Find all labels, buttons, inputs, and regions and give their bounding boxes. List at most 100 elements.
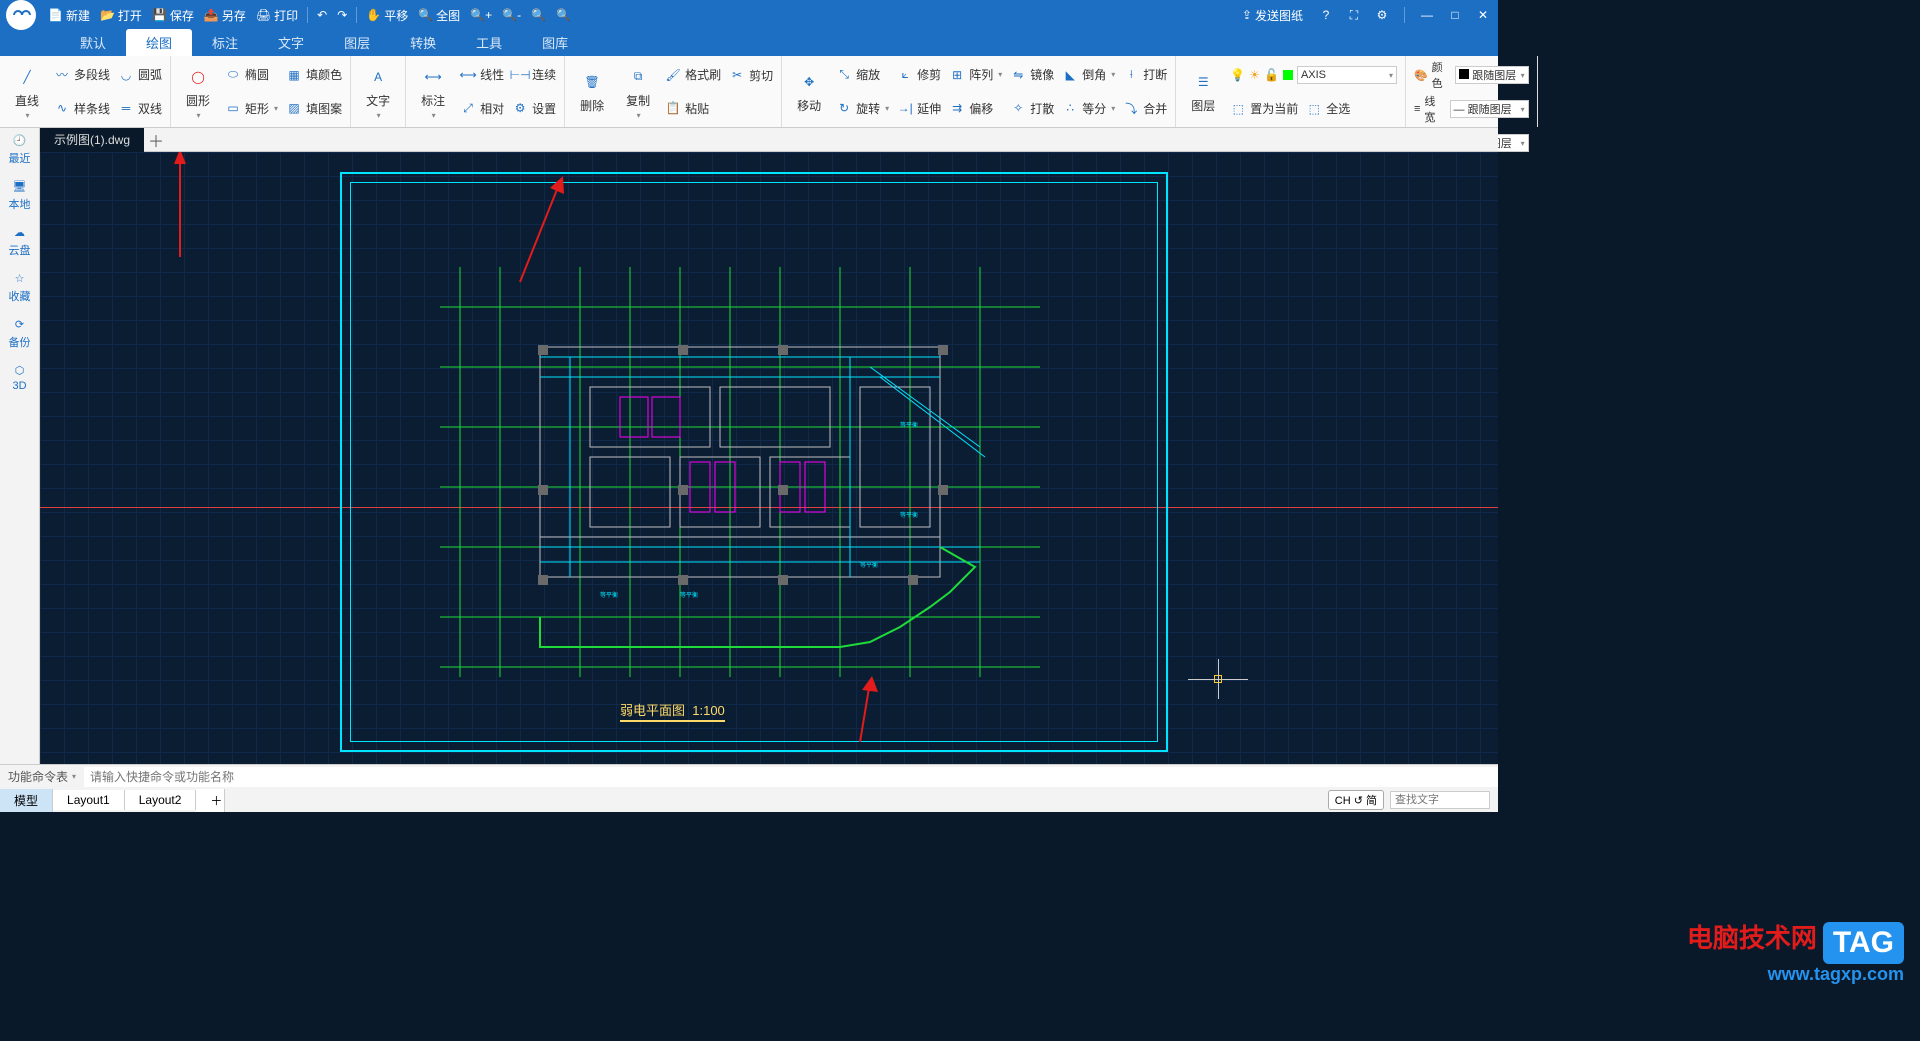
sidebar-item-3d[interactable]: ⬡3D: [12, 364, 26, 392]
sidebar-item-favorite[interactable]: ☆收藏: [9, 272, 31, 304]
find-text-input[interactable]: [1390, 791, 1490, 809]
break-button[interactable]: ⟊打断: [1119, 64, 1171, 85]
dimsettings-button[interactable]: ⚙设置: [508, 98, 560, 119]
dim-button[interactable]: ⟷标注▾: [410, 58, 456, 125]
rotate-icon: ↻: [836, 100, 852, 116]
fullscreen-button[interactable]: ⛶: [1345, 6, 1363, 24]
sidebar-item-backup[interactable]: ⟳备份: [9, 318, 31, 350]
copy-button[interactable]: ⧉复制▾: [615, 58, 661, 125]
command-panel-label[interactable]: 功能命令表 ▾: [0, 768, 84, 785]
layers-icon: ☰: [1190, 69, 1216, 95]
lineweight-select[interactable]: ≡线宽— 跟随图层▾: [1410, 92, 1533, 126]
trim-button[interactable]: ✂剪切: [725, 65, 777, 86]
undo-button[interactable]: ↶: [313, 6, 331, 24]
tab-annotate[interactable]: 标注: [192, 29, 258, 56]
save-button[interactable]: 💾保存: [148, 5, 198, 26]
close-button[interactable]: ✕: [1474, 6, 1492, 24]
pan-button[interactable]: ✋平移: [362, 5, 412, 26]
layer-select[interactable]: 💡☀🔓 AXIS▾: [1226, 64, 1401, 86]
line-button[interactable]: ╱直线▾: [4, 58, 50, 125]
paintbrush-icon: 🖌: [665, 67, 681, 83]
text-button[interactable]: A文字▾: [355, 58, 401, 125]
arc-button[interactable]: ◡圆弧: [114, 64, 166, 85]
move-button[interactable]: ✥移动: [786, 58, 832, 125]
xline-button[interactable]: ═双线: [114, 98, 166, 119]
add-tab-button[interactable]: ＋: [144, 128, 168, 152]
explode-button[interactable]: ✧打散: [1006, 98, 1058, 119]
selectall-button[interactable]: ⬚全选: [1302, 98, 1354, 119]
layout-tab-model[interactable]: 模型: [0, 789, 53, 812]
ribbon: ╱直线▾ 〰多段线 ∿样条线 ◡圆弧 ═双线 ◯圆形▾ ⬭椭圆 ▭矩形▾ ▦填颜…: [0, 56, 1498, 128]
matchprop-button[interactable]: 🖌格式刷: [661, 64, 725, 85]
array-button[interactable]: ⊞阵列▾: [945, 64, 1006, 85]
settings-button[interactable]: ⚙: [1373, 6, 1391, 24]
extend-button[interactable]: →|延伸: [893, 98, 945, 119]
spline-button[interactable]: ∿样条线: [50, 98, 114, 119]
new-button[interactable]: 📄新建: [44, 5, 94, 26]
print-button[interactable]: 🖨打印: [252, 5, 302, 26]
rect-button[interactable]: ▭矩形▾: [221, 98, 282, 119]
send-drawing-button[interactable]: ⇪发送图纸: [1238, 5, 1307, 26]
zoom-window-button[interactable]: 🔍: [527, 6, 550, 24]
linear-button[interactable]: ⟷线性: [456, 64, 508, 85]
polyline-button[interactable]: 〰多段线: [50, 64, 114, 85]
left-sidebar: 🕘最近 🖥本地 ☁云盘 ☆收藏 ⟳备份 ⬡3D: [0, 128, 40, 764]
setcurrent-button[interactable]: ⬚置为当前: [1226, 98, 1302, 119]
hatch-button[interactable]: ▨填图案: [282, 98, 346, 119]
layout-tab-1[interactable]: Layout1: [53, 790, 125, 810]
ellipse-button[interactable]: ⬭椭圆: [221, 64, 282, 85]
delete-button[interactable]: 🗑删除: [569, 58, 615, 125]
tab-draw[interactable]: 绘图: [126, 29, 192, 56]
zoom-extents-icon: 🔍: [556, 8, 571, 22]
polyline-icon: 〰: [54, 67, 70, 83]
drawing-canvas[interactable]: 等平衡等平衡 等平衡等平衡 等平衡 弱电平面图 1:100: [40, 152, 1498, 764]
open-button[interactable]: 📂打开: [96, 5, 146, 26]
zoom-extents-button[interactable]: 🔍: [552, 6, 575, 24]
tab-layer[interactable]: 图层: [324, 29, 390, 56]
mirror-button[interactable]: ⇋镜像: [1006, 64, 1058, 85]
command-input[interactable]: [84, 767, 1498, 787]
star-icon: ☆: [15, 272, 25, 285]
zoom-in-button[interactable]: 🔍+: [466, 6, 496, 24]
quick-access-toolbar: 📄新建 📂打开 💾保存 📤另存 🖨打印 ↶ ↷ ✋平移 🔍全图 🔍+ 🔍- 🔍 …: [44, 5, 575, 26]
minimize-button[interactable]: —: [1418, 6, 1436, 24]
paste-button[interactable]: 📋粘贴: [661, 98, 725, 119]
offset-button[interactable]: ⇉偏移: [945, 98, 1006, 119]
chamfer-button[interactable]: ◣倒角▾: [1058, 64, 1119, 85]
file-tab[interactable]: 示例图(1).dwg: [40, 128, 144, 152]
tab-text[interactable]: 文字: [258, 29, 324, 56]
cloud-icon: ☁: [14, 226, 25, 239]
merge-button[interactable]: ⤵合并: [1119, 98, 1171, 119]
sidebar-item-local[interactable]: 🖥本地: [9, 180, 31, 212]
scale-button[interactable]: ⤡缩放: [832, 64, 893, 85]
monitor-icon: 🖥: [13, 180, 27, 193]
help-button[interactable]: ?: [1317, 6, 1335, 24]
layout-tab-2[interactable]: Layout2: [125, 790, 197, 810]
fillcolor-button[interactable]: ▦填颜色: [282, 64, 346, 85]
circle-button[interactable]: ◯圆形▾: [175, 58, 221, 125]
clock-icon: 🕘: [13, 134, 27, 147]
redo-button[interactable]: ↷: [333, 6, 351, 24]
workspace: 🕘最近 🖥本地 ☁云盘 ☆收藏 ⟳备份 ⬡3D 示例图(1).dwg ＋: [0, 128, 1498, 764]
tab-tools[interactable]: 工具: [456, 29, 522, 56]
sidebar-item-recent[interactable]: 🕘最近: [9, 134, 31, 166]
add-layout-button[interactable]: ＋: [196, 789, 225, 812]
ime-indicator[interactable]: CH ↺ 简: [1328, 790, 1384, 810]
rotate-button[interactable]: ↻旋转▾: [832, 98, 893, 119]
continuous-button[interactable]: ⊢⊣连续: [508, 64, 560, 85]
equal-button[interactable]: ∴等分▾: [1058, 98, 1119, 119]
zoom-out-button[interactable]: 🔍-: [498, 6, 525, 24]
sidebar-item-cloud[interactable]: ☁云盘: [9, 226, 31, 258]
redo-icon: ↷: [337, 8, 347, 22]
saveas-button[interactable]: 📤另存: [200, 5, 250, 26]
scale-icon: ⤡: [836, 67, 852, 83]
layer-button[interactable]: ☰图层: [1180, 58, 1226, 125]
tab-library[interactable]: 图库: [522, 29, 588, 56]
fix-button[interactable]: ⟀修剪: [893, 64, 945, 85]
aligned-button[interactable]: ⤢相对: [456, 98, 508, 119]
maximize-button[interactable]: □: [1446, 6, 1464, 24]
zoom-button[interactable]: 🔍全图: [414, 5, 464, 26]
color-select[interactable]: 🎨颜色 跟随图层▾: [1410, 58, 1533, 92]
tab-convert[interactable]: 转换: [390, 29, 456, 56]
tab-default[interactable]: 默认: [60, 29, 126, 56]
